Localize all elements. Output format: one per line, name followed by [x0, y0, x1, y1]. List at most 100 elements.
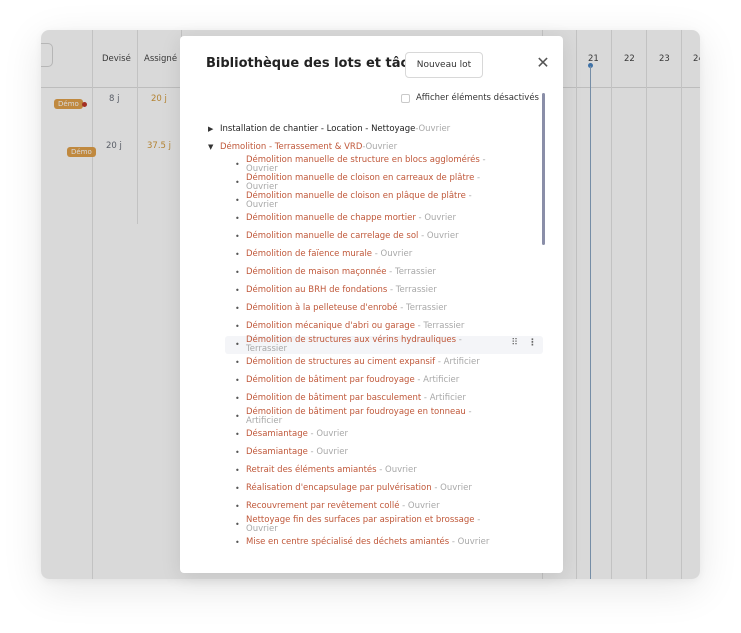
task-label: Retrait des éléments amiantés - Ouvrier	[246, 466, 417, 475]
task-label: Désamiantage - Ouvrier	[246, 430, 348, 439]
task-row[interactable]: • Démolition manuelle de carrelage de sol…	[235, 228, 543, 246]
task-row[interactable]: • Démolition mécanique d'abri ou garage -…	[235, 318, 543, 336]
lot-tree: ▶ Installation de chantier - Location - …	[208, 120, 543, 552]
task-name: Démolition de maison maçonnée	[246, 267, 387, 277]
task-name: Démolition manuelle de structure en bloc…	[246, 155, 480, 165]
task-row[interactable]: • Retrait des éléments amiantés - Ouvrier	[235, 462, 543, 480]
bullet-icon: •	[235, 304, 240, 313]
task-row[interactable]: • Recouvrement par revêtement collé - Ouv…	[235, 498, 543, 516]
task-row[interactable]: • Démolition de bâtiment par basculement …	[235, 390, 543, 408]
task-row[interactable]: • Désamiantage - Ouvrier	[235, 444, 543, 462]
task-row[interactable]: • Démolition manuelle de chappe mortier -…	[235, 210, 543, 228]
task-label: Démolition à la pelleteuse d'enrobé - Te…	[246, 304, 447, 313]
task-row[interactable]: • Démolition manuelle de structure en blo…	[235, 156, 543, 174]
bullet-icon: •	[235, 232, 240, 241]
task-trade: Artificier	[423, 375, 460, 385]
task-trade: Ouvrier	[380, 249, 413, 259]
task-row[interactable]: • Désamiantage - Ouvrier	[235, 426, 543, 444]
modal-title: Bibliothèque des lots et tâches	[206, 56, 435, 71]
library-modal: Bibliothèque des lots et tâches Nouveau …	[180, 36, 563, 573]
task-row[interactable]: • Démolition manuelle de cloison en plâqu…	[235, 192, 543, 210]
caret-right-icon[interactable]: ▶	[208, 125, 220, 133]
task-name: Retrait des éléments amiantés	[246, 465, 377, 475]
task-label: Démolition de bâtiment par foudroyage - …	[246, 376, 459, 385]
new-lot-button[interactable]: Nouveau lot	[405, 52, 483, 78]
task-label: Démolition au BRH de fondations - Terras…	[246, 286, 437, 295]
task-row[interactable]: • Démolition de structures au ciment expa…	[235, 354, 543, 372]
lot-row[interactable]: ▶ Installation de chantier - Location - …	[208, 120, 543, 138]
bullet-icon: •	[235, 268, 240, 277]
bullet-icon: •	[235, 448, 240, 457]
task-name: Démolition mécanique d'abri ou garage	[246, 321, 415, 331]
bullet-icon: •	[235, 340, 240, 349]
show-disabled-toggle[interactable]: Afficher éléments désactivés	[400, 93, 539, 103]
task-label: Démolition manuelle de cloison en plâque…	[246, 192, 474, 209]
task-row[interactable]: • Réalisation d'encapsulage par pulvérisa…	[235, 480, 543, 498]
task-label: Démolition de bâtiment par foudroyage en…	[246, 408, 474, 425]
task-trade: Ouvrier	[424, 213, 457, 223]
task-trade: Artificier	[429, 393, 466, 403]
task-name: Démolition à la pelleteuse d'enrobé	[246, 303, 398, 313]
task-row[interactable]: • Nettoyage fin des surfaces par aspirati…	[235, 516, 543, 534]
task-name: Démolition de faïence murale	[246, 249, 373, 259]
task-label: Démolition manuelle de chappe mortier - …	[246, 214, 456, 223]
bullet-icon: •	[235, 322, 240, 331]
task-name: Démolition manuelle de cloison en plâque…	[246, 191, 466, 201]
bullet-icon: •	[235, 196, 240, 205]
show-disabled-checkbox[interactable]	[400, 93, 410, 103]
task-trade: Ouvrier	[457, 537, 490, 547]
separator: -	[399, 501, 408, 511]
task-name: Démolition de bâtiment par foudroyage	[246, 375, 415, 385]
bullet-icon: •	[235, 466, 240, 475]
task-label: Démolition manuelle de cloison en carrea…	[246, 174, 483, 191]
task-label: Démolition manuelle de carrelage de sol …	[246, 232, 459, 241]
task-row[interactable]: • Démolition de structures aux vérins hyd…	[225, 336, 543, 354]
task-trade: Ouvrier	[246, 523, 278, 534]
task-trade: Ouvrier	[316, 447, 349, 457]
task-actions: ⠿ ⋮	[511, 339, 537, 348]
task-trade: Ouvrier	[385, 465, 417, 475]
separator: -	[397, 303, 406, 313]
caret-down-icon[interactable]: ▼	[208, 143, 220, 151]
separator: -	[465, 191, 475, 201]
bullet-icon: •	[235, 412, 240, 421]
task-name: Recouvrement par revêtement collé	[246, 501, 400, 511]
close-icon[interactable]: ✕	[535, 55, 551, 71]
task-trade: Artificier	[246, 415, 283, 426]
task-row[interactable]: • Démolition à la pelleteuse d'enrobé - T…	[235, 300, 543, 318]
task-name: Démolition manuelle de chappe mortier	[246, 213, 416, 223]
task-trade: Ouvrier	[440, 483, 472, 493]
separator: -	[376, 465, 386, 475]
separator: -	[414, 375, 424, 385]
lot-row[interactable]: ▼ Démolition - Terrassement & VRD - Ouvr…	[208, 138, 543, 156]
bullet-icon: •	[235, 430, 240, 439]
task-label: Démolition de bâtiment par basculement -…	[246, 394, 466, 403]
separator: -	[421, 393, 430, 403]
task-row[interactable]: • Démolition de bâtiment par foudroyage -…	[235, 372, 543, 390]
bullet-icon: •	[235, 250, 240, 259]
task-name: Réalisation d'encapsulage par pulvérisat…	[246, 483, 432, 493]
task-name: Démolition de structures au ciment expan…	[246, 357, 436, 367]
separator: -	[479, 155, 489, 165]
task-trade: Ouvrier	[407, 501, 440, 511]
drag-handle-icon[interactable]: ⠿	[511, 339, 518, 348]
lot-name: Démolition - Terrassement & VRD	[220, 142, 363, 152]
task-label: Démolition de structures au ciment expan…	[246, 358, 480, 367]
task-row[interactable]: • Démolition de bâtiment par foudroyage e…	[235, 408, 543, 426]
separator: -	[474, 173, 483, 183]
bullet-icon: •	[235, 538, 240, 547]
task-row[interactable]: • Démolition manuelle de cloison en carre…	[235, 174, 543, 192]
more-options-icon[interactable]: ⋮	[528, 339, 537, 348]
task-label: Mise en centre spécialisé des déchets am…	[246, 538, 489, 547]
task-row[interactable]: • Démolition au BRH de fondations - Terra…	[235, 282, 543, 300]
task-row[interactable]: • Démolition de faïence murale - Ouvrier	[235, 246, 543, 264]
task-row[interactable]: • Mise en centre spécialisé des déchets a…	[235, 534, 543, 552]
lot-name: Installation de chantier - Location - Ne…	[220, 124, 416, 134]
separator: -	[387, 285, 396, 295]
task-row[interactable]: • Démolition de maison maçonnée - Terrass…	[235, 264, 543, 282]
task-trade: Terrassier	[423, 321, 465, 331]
lot-trade: Ouvrier	[365, 142, 398, 152]
lot-trade: Ouvrier	[418, 124, 451, 134]
separator: -	[456, 335, 465, 345]
separator: -	[465, 407, 475, 417]
